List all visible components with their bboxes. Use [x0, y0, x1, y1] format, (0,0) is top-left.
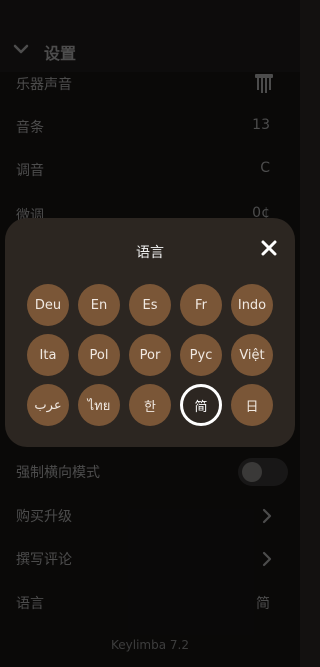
language-option-es[interactable]: Es	[129, 284, 171, 326]
language-option-pol[interactable]: Pol	[78, 334, 120, 376]
language-option-rus[interactable]: Рус	[180, 334, 222, 376]
language-option-en[interactable]: En	[78, 284, 120, 326]
language-option-por[interactable]: Por	[129, 334, 171, 376]
language-option-chinese-simplified[interactable]: 简	[180, 384, 222, 426]
language-option-ita[interactable]: Ita	[27, 334, 69, 376]
modal-title: 语言	[136, 245, 164, 261]
language-option-deu[interactable]: Deu	[27, 284, 69, 326]
language-modal: 语言 Deu En Es Fr Indo Ita Pol Por Рус Việ…	[5, 218, 295, 447]
language-option-korean[interactable]: 한	[129, 384, 171, 426]
language-option-fr[interactable]: Fr	[180, 284, 222, 326]
language-option-japanese[interactable]: 日	[231, 384, 273, 426]
language-option-thai[interactable]: ไทย	[78, 384, 120, 426]
close-icon[interactable]	[261, 240, 277, 256]
language-option-indo[interactable]: Indo	[231, 284, 273, 326]
language-option-viet[interactable]: Việt	[231, 334, 273, 376]
language-option-arab[interactable]: عرب	[27, 384, 69, 426]
